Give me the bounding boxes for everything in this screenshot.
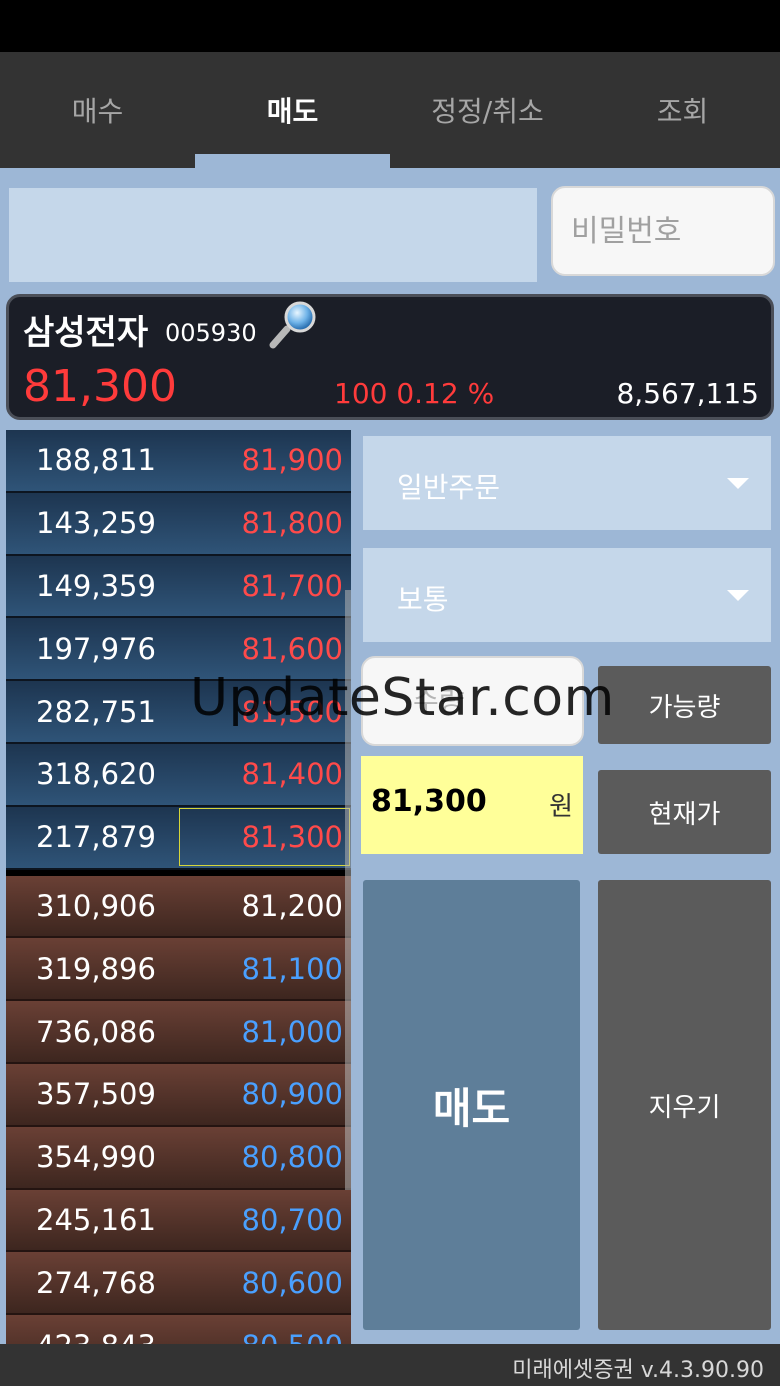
ask-qty: 282,751 <box>36 694 156 729</box>
tab-buy[interactable]: 매수 <box>0 52 195 168</box>
ask-qty: 143,259 <box>36 506 156 541</box>
ask-price: 81,400 <box>241 757 343 792</box>
ask-price: 81,500 <box>241 694 343 729</box>
orderbook-scrollbar[interactable] <box>345 590 351 1190</box>
bid-qty: 274,768 <box>36 1265 156 1300</box>
bid-price: 80,700 <box>241 1202 343 1237</box>
stock-info-panel: 삼성전자 005930 81,300 100 0.12 % 8,567,115 <box>6 294 774 420</box>
bid-row[interactable]: 354,990 80,800 <box>6 1126 351 1190</box>
bid-price: 80,900 <box>241 1077 343 1112</box>
app-version: 미래에셋증권 v.4.3.90.90 <box>512 1358 764 1383</box>
ask-row[interactable]: 149,359 81,700 <box>6 555 351 619</box>
stock-name: 삼성전자 <box>23 313 149 353</box>
footer: 미래에셋증권 v.4.3.90.90 <box>0 1344 780 1386</box>
ask-qty: 318,620 <box>36 757 156 792</box>
order-condition-select[interactable]: 보통 <box>363 548 771 642</box>
current-price-button[interactable]: 현재가 <box>598 770 771 854</box>
dropdown-arrow-icon <box>727 478 749 489</box>
bid-price: 81,000 <box>241 1014 343 1049</box>
bid-row[interactable]: 274,768 80,600 <box>6 1252 351 1316</box>
search-icon[interactable] <box>267 299 321 351</box>
tab-modify-cancel[interactable]: 정정/취소 <box>390 52 585 168</box>
account-select[interactable] <box>9 188 537 282</box>
order-condition-value: 보통 <box>397 583 449 616</box>
bid-qty: 310,906 <box>36 888 156 923</box>
ask-price: 81,600 <box>241 631 343 666</box>
stock-code: 005930 <box>165 319 257 347</box>
password-input[interactable] <box>551 186 775 276</box>
tab-sell[interactable]: 매도 <box>195 52 390 168</box>
ask-qty: 217,879 <box>36 820 156 855</box>
sell-button[interactable]: 매도 <box>363 880 580 1330</box>
tab-inquiry[interactable]: 조회 <box>585 52 780 168</box>
bid-qty: 423,843 <box>6 1329 186 1344</box>
bid-price: 80,500 <box>186 1329 351 1344</box>
stock-price: 81,300 <box>23 361 177 412</box>
bid-row[interactable]: 736,086 81,000 <box>6 1001 351 1064</box>
bid-row[interactable]: 310,906 81,200 <box>6 875 351 939</box>
ask-price: 81,800 <box>241 506 343 541</box>
quantity-input[interactable] <box>361 656 584 746</box>
ask-row[interactable]: 143,259 81,800 <box>6 492 351 556</box>
bid-price: 80,800 <box>241 1140 343 1175</box>
bid-row[interactable]: 423,843 80,500 <box>6 1315 351 1344</box>
orderbook[interactable]: 188,811 81,900 143,259 81,800 149,359 81… <box>6 430 351 1344</box>
ask-row[interactable]: 282,751 81,500 <box>6 681 351 744</box>
dropdown-arrow-icon <box>727 590 749 601</box>
ask-qty: 197,976 <box>36 631 156 666</box>
bid-qty: 354,990 <box>36 1140 156 1175</box>
bid-price: 81,200 <box>241 888 343 923</box>
ask-price: 81,900 <box>241 443 343 478</box>
stock-change: 100 0.12 % <box>334 377 495 410</box>
price-input[interactable]: 81,300 원 <box>361 756 583 854</box>
bid-price: 81,100 <box>241 951 343 986</box>
bid-qty: 357,509 <box>36 1077 156 1112</box>
bid-row[interactable]: 245,161 80,700 <box>6 1189 351 1253</box>
ask-row[interactable]: 318,620 81,400 <box>6 743 351 807</box>
price-value: 81,300 <box>371 784 487 819</box>
stock-volume: 8,567,115 <box>616 377 759 410</box>
tab-bar: 매수 매도 정정/취소 조회 <box>0 52 780 168</box>
ask-row[interactable]: 197,976 81,600 <box>6 618 351 682</box>
ask-price: 81,300 <box>178 807 351 867</box>
status-bar <box>0 0 780 52</box>
ask-price: 81,700 <box>241 568 343 603</box>
clear-button[interactable]: 지우기 <box>598 880 771 1330</box>
bid-qty: 319,896 <box>36 951 156 986</box>
order-type-value: 일반주문 <box>397 471 501 504</box>
order-type-select[interactable]: 일반주문 <box>363 436 771 530</box>
available-quantity-button[interactable]: 가능량 <box>598 666 771 744</box>
price-unit: 원 <box>549 792 573 822</box>
ask-qty: 188,811 <box>36 443 156 478</box>
bid-qty: 736,086 <box>36 1014 156 1049</box>
ask-row-current[interactable]: 217,879 81,300 <box>6 806 351 870</box>
bid-price: 80,600 <box>241 1265 343 1300</box>
ask-row[interactable]: 188,811 81,900 <box>6 430 351 493</box>
bid-row[interactable]: 319,896 81,100 <box>6 938 351 1002</box>
ask-qty: 149,359 <box>36 568 156 603</box>
bid-row[interactable]: 357,509 80,900 <box>6 1063 351 1127</box>
bid-qty: 245,161 <box>36 1202 156 1237</box>
main-panel: 삼성전자 005930 81,300 100 0.12 % 8,567,115 … <box>0 168 780 1344</box>
